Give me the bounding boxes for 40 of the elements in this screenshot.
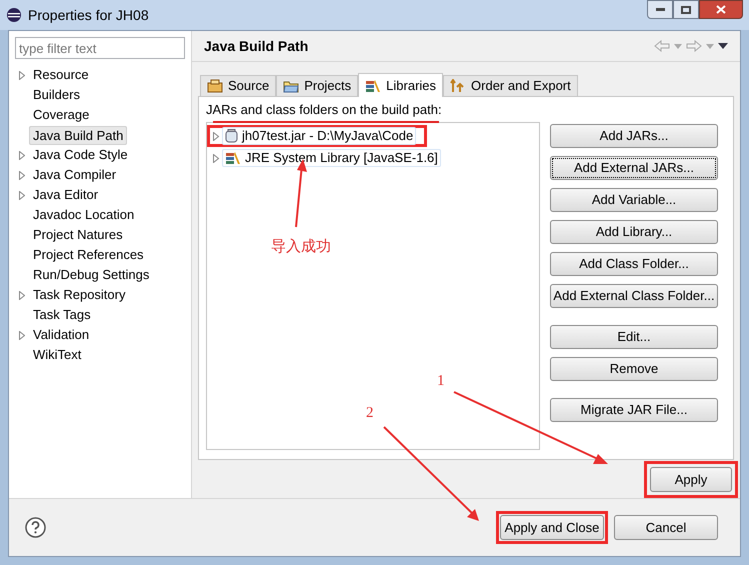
tab[interactable]: Order and Export [443, 75, 578, 96]
list-label: JARs and class folders on the build path: [206, 102, 442, 117]
nav-item[interactable]: Task Tags [29, 305, 95, 325]
side-button[interactable]: Add JARs... [550, 124, 718, 148]
side-button[interactable]: Add External Class Folder... [550, 284, 718, 308]
nav-item[interactable]: Builders [29, 85, 84, 105]
tab[interactable]: Libraries [358, 73, 444, 97]
nav-item[interactable]: Java Compiler [29, 165, 120, 185]
side-button[interactable]: Migrate JAR File... [550, 398, 718, 422]
nav-item[interactable]: Java Code Style [29, 145, 132, 165]
nav-item[interactable]: Resource [29, 65, 93, 85]
filter-field[interactable]: type filter text [15, 37, 185, 59]
nav-item[interactable]: Validation [29, 325, 94, 345]
annotation-text: 导入成功 [271, 237, 331, 257]
dialog-button[interactable]: Cancel [614, 515, 718, 540]
side-button[interactable]: Add Library... [550, 220, 718, 244]
nav-item[interactable]: Run/Debug Settings [29, 265, 154, 285]
side-button[interactable]: Edit... [550, 325, 718, 349]
nav-item[interactable]: Javadoc Location [29, 205, 138, 225]
nav-item[interactable]: Coverage [29, 105, 94, 125]
side-button[interactable]: Add Variable... [550, 188, 718, 212]
tab[interactable]: Source [200, 75, 276, 96]
side-button[interactable]: Add Class Folder... [550, 252, 718, 276]
page-title: Java Build Path [204, 36, 308, 56]
tab[interactable]: Projects [276, 75, 358, 96]
nav-item[interactable]: Project References [29, 245, 148, 265]
annotation-number: 1 [437, 372, 444, 391]
nav-item[interactable]: Java Editor [29, 185, 102, 205]
window-title: Properties for JH08 [28, 6, 149, 25]
nav-item[interactable]: Task Repository [29, 285, 130, 305]
side-button[interactable]: Remove [550, 357, 718, 381]
list-entry[interactable]: jh07test.jar - D:\MyJava\Code [222, 127, 416, 145]
nav-item[interactable]: Project Natures [29, 225, 127, 245]
side-button[interactable]: Add External JARs... [550, 156, 718, 180]
list-entry[interactable]: JRE System Library [JavaSE-1.6] [222, 149, 441, 167]
annotation-number: 2 [366, 404, 374, 423]
apply-button[interactable]: Apply [650, 467, 732, 492]
nav-item[interactable]: WikiText [29, 345, 86, 365]
nav-item[interactable]: Java Build Path [29, 126, 128, 144]
dialog-button[interactable]: Apply and Close [500, 515, 604, 540]
